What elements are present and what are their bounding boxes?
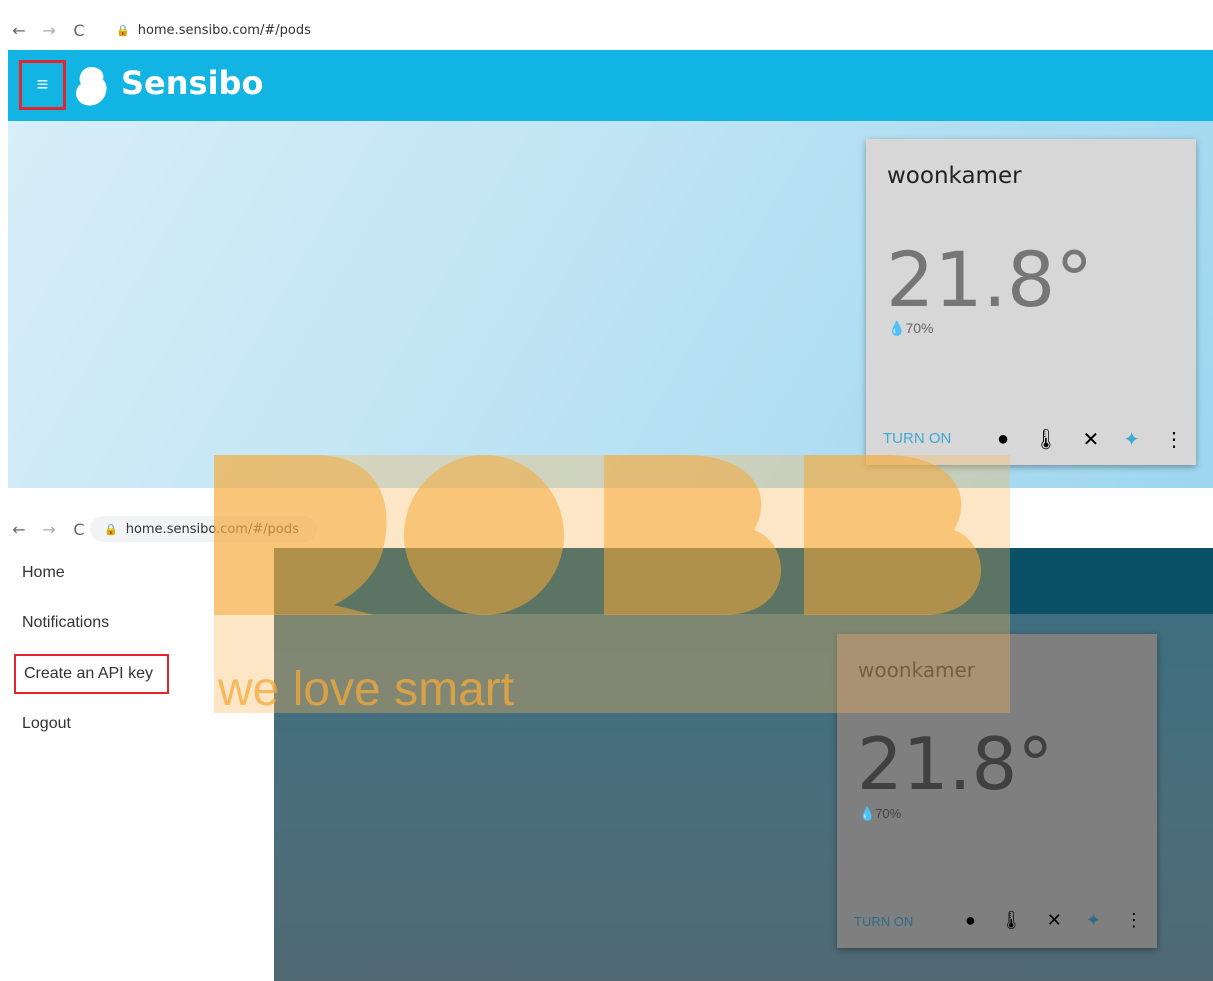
turn-on-button[interactable]: TURN ON bbox=[883, 430, 951, 447]
drawer-item-notifications[interactable]: Notifications bbox=[22, 614, 109, 632]
humidity-value: 70% bbox=[875, 806, 902, 821]
url-text[interactable]: home.sensibo.com/#/pods bbox=[126, 522, 299, 537]
sun-mode-icon[interactable]: ● bbox=[997, 428, 1009, 451]
device-name: woonkamer bbox=[887, 163, 1022, 189]
thermometer-icon[interactable]: 🌡 bbox=[1033, 427, 1058, 452]
forward-arrow-icon[interactable]: → bbox=[38, 21, 60, 40]
fan-icon[interactable]: ✕ bbox=[1082, 427, 1099, 452]
drawer-item-logout[interactable]: Logout bbox=[22, 715, 71, 733]
back-arrow-icon[interactable]: ← bbox=[8, 21, 30, 40]
fan-icon: ✕ bbox=[1046, 910, 1062, 930]
lock-icon: 🔒 bbox=[104, 522, 118, 536]
sensibo-logo-icon bbox=[76, 67, 107, 106]
device-card-dimmed: woonkamer 21.8° 💧70% TURN ON ● 🌡 ✕ ✦ ⋮ bbox=[837, 634, 1157, 948]
sun-mode-icon: ● bbox=[965, 910, 976, 930]
card-actions: ● 🌡 ✕ ✦ ⋮ bbox=[965, 910, 1143, 931]
url-pill[interactable]: 🔒 home.sensibo.com/#/pods bbox=[90, 516, 317, 542]
more-options-icon: ⋮ bbox=[1124, 910, 1143, 930]
magic-wand-icon: ✦ bbox=[1085, 910, 1101, 930]
temperature-readout: 21.8° bbox=[886, 235, 1094, 324]
forward-arrow-icon[interactable]: → bbox=[38, 520, 60, 539]
dimmed-app-header bbox=[274, 548, 1213, 614]
thermometer-icon: 🌡 bbox=[999, 910, 1023, 930]
reload-icon[interactable]: C bbox=[68, 520, 90, 539]
magic-wand-icon[interactable]: ✦ bbox=[1123, 427, 1140, 452]
app-header: ≡ Sensibo bbox=[8, 50, 1213, 121]
more-options-icon[interactable]: ⋮ bbox=[1164, 427, 1184, 452]
hamburger-icon: ≡ bbox=[36, 73, 49, 96]
device-card[interactable]: woonkamer 21.8° 💧70% TURN ON ● 🌡 ✕ ✦ ⋮ bbox=[866, 139, 1196, 465]
hamburger-menu-button[interactable]: ≡ bbox=[19, 60, 66, 110]
card-actions: ● 🌡 ✕ ✦ ⋮ bbox=[997, 427, 1184, 452]
humidity-value: 70% bbox=[905, 320, 934, 336]
browser-address-bar-top: ← → C 🔒 home.sensibo.com/#/pods bbox=[0, 10, 1213, 50]
brand-name: Sensibo bbox=[121, 64, 264, 102]
lock-icon: 🔒 bbox=[116, 23, 130, 37]
navigation-drawer: Home Notifications Create an API key Log… bbox=[0, 548, 274, 981]
device-name: woonkamer bbox=[858, 658, 976, 682]
browser-address-bar-bottom: ← → C 🔒 home.sensibo.com/#/pods bbox=[0, 509, 1213, 549]
temperature-readout: 21.8° bbox=[857, 722, 1054, 806]
drawer-item-home[interactable]: Home bbox=[22, 564, 65, 582]
back-arrow-icon[interactable]: ← bbox=[8, 520, 30, 539]
humidity-readout: 💧70% bbox=[859, 806, 901, 822]
drawer-item-create-api-key[interactable]: Create an API key bbox=[14, 654, 169, 694]
url-text[interactable]: home.sensibo.com/#/pods bbox=[138, 23, 311, 38]
turn-on-button: TURN ON bbox=[854, 914, 914, 929]
droplet-icon: 💧 bbox=[859, 806, 876, 821]
droplet-icon: 💧 bbox=[888, 320, 906, 336]
humidity-readout: 💧70% bbox=[888, 320, 933, 337]
reload-icon[interactable]: C bbox=[68, 21, 90, 40]
